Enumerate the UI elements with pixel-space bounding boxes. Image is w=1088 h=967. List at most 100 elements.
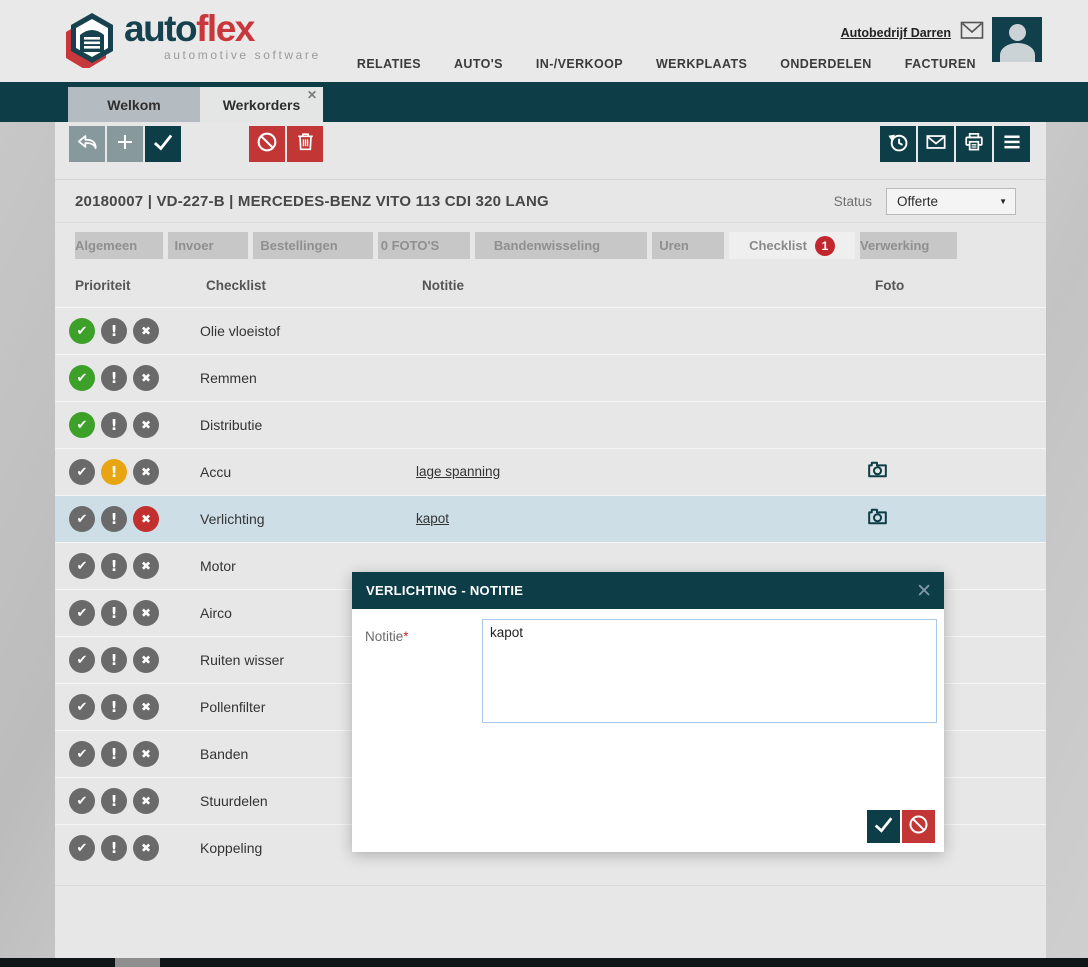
table-row[interactable]: ✔ ! ✖ Distributie (55, 401, 1046, 448)
modal-cancel-button[interactable] (902, 810, 935, 843)
priority-warning-icon[interactable]: ! (101, 835, 127, 861)
workflow-tab[interactable]: 0 FOTO'S (378, 232, 470, 259)
modal-header: VERLICHTING - NOTITIE ✕ (352, 572, 944, 609)
priority-ok-icon[interactable]: ✔ (69, 788, 95, 814)
cancel-button[interactable] (249, 126, 285, 162)
nav-item[interactable]: IN-/VERKOOP (536, 57, 623, 71)
priority-error-icon[interactable]: ✖ (133, 694, 159, 720)
envelope-icon[interactable] (960, 21, 984, 45)
table-row[interactable]: ✔ ! ✖ Remmen (55, 354, 1046, 401)
priority-ok-icon[interactable]: ✔ (69, 741, 95, 767)
account-link[interactable]: Autobedrijf Darren (841, 26, 951, 40)
save-button[interactable] (145, 126, 181, 162)
priority-warning-icon[interactable]: ! (101, 318, 127, 344)
main-nav: RELATIES AUTO'S IN-/VERKOOP WERKPLAATS ONDER… (357, 57, 976, 71)
note-modal: VERLICHTING - NOTITIE ✕ Notitie* kapot (352, 572, 944, 852)
tab-count-badge: 1 (815, 236, 835, 256)
priority-error-icon[interactable]: ✖ (133, 741, 159, 767)
priority-ok-icon[interactable]: ✔ (69, 365, 95, 391)
priority-error-icon[interactable]: ✖ (133, 647, 159, 673)
note-link[interactable]: kapot (416, 511, 449, 526)
nav-item[interactable]: ONDERDELEN (780, 57, 872, 71)
priority-ok-icon[interactable]: ✔ (69, 459, 95, 485)
close-tab-icon[interactable]: ✕ (307, 88, 317, 102)
priority-ok-icon[interactable]: ✔ (69, 647, 95, 673)
priority-ok-icon[interactable]: ✔ (69, 553, 95, 579)
priority-ok-icon[interactable]: ✔ (69, 412, 95, 438)
table-row[interactable]: ✔ ! ✖ Accu lage spanning (55, 448, 1046, 495)
priority-warning-icon[interactable]: ! (101, 741, 127, 767)
dropdown-caret-icon: ▼ (999, 197, 1007, 206)
priority-error-icon[interactable]: ✖ (133, 835, 159, 861)
prohibition-icon (254, 129, 280, 160)
add-button[interactable] (107, 126, 143, 162)
note-textarea[interactable]: kapot (482, 619, 937, 723)
nav-item[interactable]: RELATIES (357, 57, 421, 71)
tab-werkorders[interactable]: Werkorders ✕ (200, 87, 323, 122)
print-button[interactable] (956, 126, 992, 162)
priority-error-icon[interactable]: ✖ (133, 459, 159, 485)
tab-welkom[interactable]: Welkom (68, 87, 200, 122)
priority-warning-icon[interactable]: ! (101, 694, 127, 720)
workflow-tab[interactable]: Bestellingen (253, 232, 373, 259)
workflow-tab[interactable]: Bandenwisseling (475, 232, 647, 259)
autoflex-logo[interactable]: autoflex automotive software (66, 10, 321, 73)
nav-item[interactable]: FACTUREN (905, 57, 976, 71)
workflow-tab[interactable]: Invoer (168, 232, 248, 259)
back-button[interactable] (69, 126, 105, 162)
priority-ok-icon[interactable]: ✔ (69, 694, 95, 720)
checklist-item-label: Remmen (194, 370, 416, 386)
workflow-tab[interactable]: Checklist 1 (729, 232, 855, 259)
modal-confirm-button[interactable] (867, 810, 900, 843)
table-row[interactable]: ✔ ! ✖ Verlichting kapot (55, 495, 1046, 542)
trash-icon (293, 129, 318, 159)
table-end-divider (55, 885, 1046, 886)
priority-warning-icon[interactable]: ! (101, 365, 127, 391)
priority-warning-icon[interactable]: ! (101, 647, 127, 673)
priority-error-icon[interactable]: ✖ (133, 553, 159, 579)
workflow-tab[interactable]: Uren (652, 232, 724, 259)
history-button[interactable] (880, 126, 916, 162)
checklist-table-header: Prioriteit Checklist Notitie Foto (55, 263, 1046, 307)
menu-button[interactable] (994, 126, 1030, 162)
priority-warning-icon[interactable]: ! (101, 553, 127, 579)
status-label: Status (834, 194, 872, 209)
priority-warning-icon[interactable]: ! (101, 412, 127, 438)
note-link[interactable]: lage spanning (416, 464, 500, 479)
taskbar (0, 958, 1088, 967)
workflow-tab[interactable]: Verwerking (860, 232, 957, 259)
camera-icon[interactable] (865, 504, 890, 529)
priority-warning-icon[interactable]: ! (101, 459, 127, 485)
undo-arrow-icon (74, 129, 100, 160)
priority-ok-icon[interactable]: ✔ (69, 506, 95, 532)
avatar[interactable] (992, 17, 1042, 62)
camera-icon[interactable] (865, 457, 890, 482)
priority-error-icon[interactable]: ✖ (133, 365, 159, 391)
priority-error-icon[interactable]: ✖ (133, 506, 159, 532)
workflow-tab[interactable]: Algemeen (75, 232, 163, 259)
toolbar (55, 122, 1046, 180)
priority-warning-icon[interactable]: ! (101, 506, 127, 532)
priority-error-icon[interactable]: ✖ (133, 788, 159, 814)
nav-item[interactable]: AUTO'S (454, 57, 503, 71)
priority-ok-icon[interactable]: ✔ (69, 835, 95, 861)
checklist-item-label: Accu (194, 464, 416, 480)
check-icon (150, 129, 176, 160)
priority-ok-icon[interactable]: ✔ (69, 600, 95, 626)
priority-error-icon[interactable]: ✖ (133, 412, 159, 438)
hamburger-icon (999, 129, 1025, 160)
mail-button[interactable] (918, 126, 954, 162)
table-row[interactable]: ✔ ! ✖ Olie vloeistof (55, 307, 1046, 354)
priority-warning-icon[interactable]: ! (101, 788, 127, 814)
priority-warning-icon[interactable]: ! (101, 600, 127, 626)
priority-error-icon[interactable]: ✖ (133, 318, 159, 344)
priority-ok-icon[interactable]: ✔ (69, 318, 95, 344)
checklist-item-label: Distributie (194, 417, 416, 433)
status-dropdown[interactable]: Offerte ▼ (886, 188, 1016, 215)
priority-error-icon[interactable]: ✖ (133, 600, 159, 626)
delete-button[interactable] (287, 126, 323, 162)
nav-item[interactable]: WERKPLAATS (656, 57, 747, 71)
app-header: autoflex automotive software RELATIES AUT… (0, 0, 1088, 82)
modal-close-icon[interactable]: ✕ (916, 580, 932, 602)
window-tabbar: Welkom Werkorders ✕ (0, 82, 1088, 122)
